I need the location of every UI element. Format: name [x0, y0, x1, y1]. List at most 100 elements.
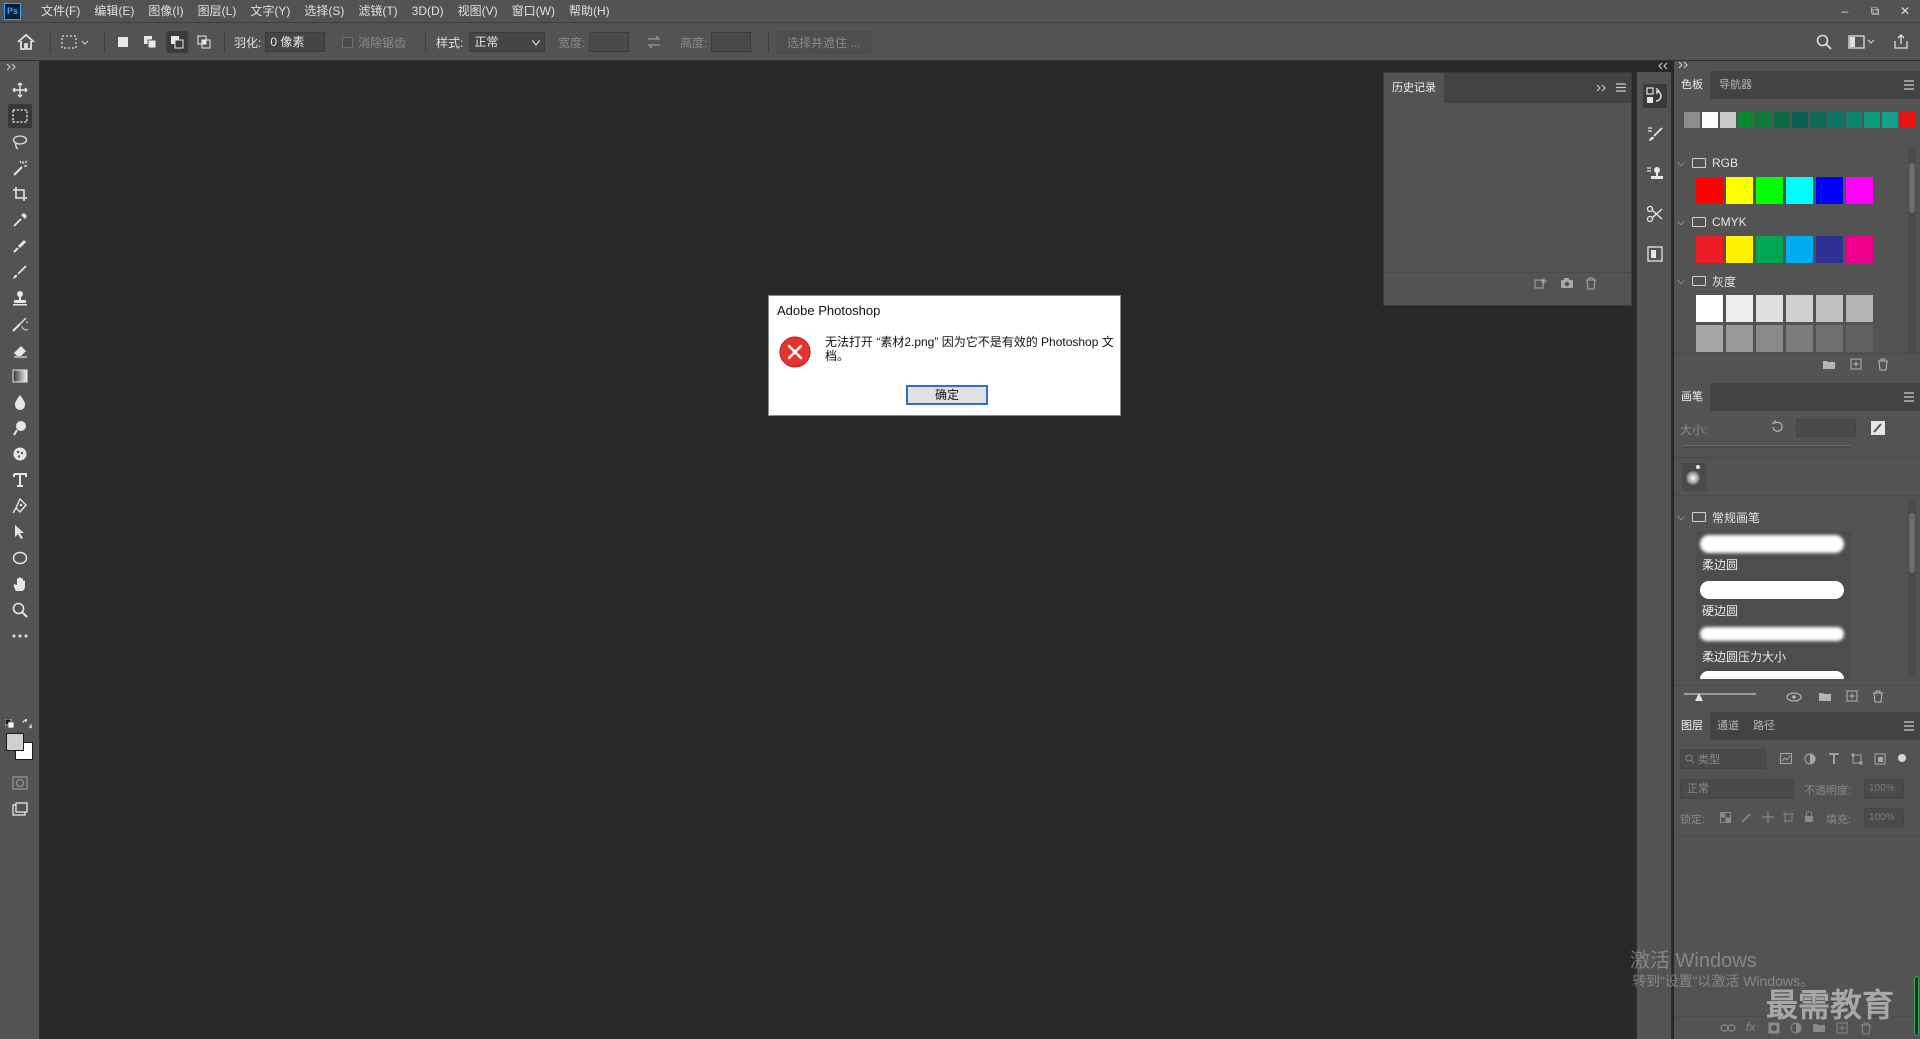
collapse-panel-icon[interactable]	[6, 63, 20, 71]
menu-layer[interactable]: 图层(L)	[191, 0, 244, 23]
screen-mode-button[interactable]	[8, 797, 32, 821]
select-and-mask-button[interactable]: 选择并遮住 ...	[776, 23, 872, 61]
new-selection-button[interactable]	[112, 31, 134, 53]
share-button[interactable]	[1893, 23, 1909, 61]
path-selection-tool[interactable]	[8, 520, 32, 544]
trash-icon[interactable]	[1877, 358, 1889, 371]
history-brush-tool[interactable]	[8, 312, 32, 336]
color-swatch[interactable]	[1792, 112, 1808, 128]
ellipse-tool[interactable]	[8, 546, 32, 570]
blend-mode-select[interactable]: 正常	[1680, 779, 1794, 799]
panel-menu-icon[interactable]	[1902, 390, 1916, 404]
add-selection-button[interactable]	[139, 31, 161, 53]
layer-filter-select[interactable]: 类型	[1680, 749, 1766, 769]
panel-menu-icon[interactable]	[1902, 719, 1916, 733]
lasso-tool[interactable]	[8, 130, 32, 154]
menu-view[interactable]: 视图(V)	[451, 0, 505, 23]
blur-tool[interactable]	[8, 390, 32, 414]
expand-panel-icon[interactable]	[1596, 84, 1608, 92]
trash-icon[interactable]	[1585, 277, 1597, 290]
close-window-button[interactable]: ✕	[1890, 0, 1920, 23]
swap-colors-icon[interactable]	[22, 719, 32, 729]
brush-size-slider[interactable]	[1682, 445, 1850, 448]
type-tool[interactable]	[8, 468, 32, 492]
menu-3d[interactable]: 3D(D)	[405, 0, 451, 23]
collapse-right-column-icon[interactable]	[1678, 61, 1690, 69]
brush-size-input[interactable]	[1796, 419, 1856, 437]
reset-rotation-icon[interactable]	[1770, 420, 1784, 434]
panel-menu-icon[interactable]	[1902, 78, 1916, 92]
color-swatch[interactable]	[1786, 295, 1813, 322]
tab-navigator[interactable]: 导航器	[1712, 71, 1759, 99]
style-select[interactable]: 正常	[469, 32, 546, 52]
eyedropper-tool[interactable]	[8, 208, 32, 232]
color-swatch[interactable]	[1726, 325, 1753, 352]
lock-artboard-icon[interactable]	[1783, 812, 1794, 823]
color-swatch[interactable]	[1720, 112, 1736, 128]
new-swatch-icon[interactable]	[1850, 358, 1862, 370]
brush-item[interactable]: 硬边圆	[1696, 577, 1851, 623]
fx-icon[interactable]: fx	[1746, 1020, 1755, 1034]
color-swatch[interactable]	[1684, 112, 1700, 128]
width-input[interactable]	[589, 32, 630, 52]
move-tool[interactable]	[8, 78, 32, 102]
dock-tool-presets-button[interactable]	[1643, 202, 1667, 226]
menu-type[interactable]: 文字(Y)	[243, 0, 297, 23]
pen-tool[interactable]	[8, 494, 32, 518]
color-swatch[interactable]	[1756, 325, 1783, 352]
menu-edit[interactable]: 编辑(E)	[87, 0, 141, 23]
opacity-input[interactable]: 100%	[1864, 779, 1904, 799]
color-swatch[interactable]	[1696, 325, 1723, 352]
foreground-color-swatch[interactable]	[6, 733, 24, 751]
ok-button[interactable]: 确定	[906, 385, 988, 405]
new-group-folder-icon[interactable]	[1818, 691, 1832, 702]
menu-select[interactable]: 选择(S)	[297, 0, 351, 23]
new-group-folder-icon[interactable]	[1822, 359, 1836, 370]
menu-filter[interactable]: 滤镜(T)	[351, 0, 404, 23]
scrollbar-thumb[interactable]	[1909, 513, 1915, 573]
filter-smart-object-icon[interactable]	[1874, 753, 1886, 765]
color-swatch[interactable]	[1846, 236, 1873, 263]
zoom-tool[interactable]	[8, 598, 32, 622]
color-swatch[interactable]	[1696, 236, 1723, 263]
filter-type-icon[interactable]	[1828, 753, 1840, 765]
toggle-brush-visibility-icon[interactable]	[1786, 691, 1804, 703]
color-swatch[interactable]	[1774, 112, 1790, 128]
swatches-scrollbar[interactable]	[1908, 149, 1916, 364]
color-swatch[interactable]	[1696, 177, 1723, 204]
crop-tool[interactable]	[8, 182, 32, 206]
default-colors-icon[interactable]	[5, 719, 15, 729]
color-swatch[interactable]	[1786, 177, 1813, 204]
new-brush-icon[interactable]	[1846, 690, 1858, 702]
feather-input[interactable]: 0 像素	[265, 32, 326, 52]
collapse-dock-icon[interactable]	[1657, 62, 1669, 70]
dock-properties-button[interactable]	[1643, 242, 1667, 266]
more-tools-button[interactable]	[8, 624, 32, 648]
history-list[interactable]	[1384, 103, 1631, 272]
filter-pixel-icon[interactable]	[1780, 753, 1792, 764]
brush-item[interactable]: 柔边圆压力大小	[1696, 623, 1851, 669]
sponge-tool[interactable]	[8, 442, 32, 466]
filter-shape-icon[interactable]	[1851, 753, 1863, 765]
color-swatch[interactable]	[1828, 112, 1844, 128]
tab-swatches[interactable]: 色板	[1674, 71, 1710, 99]
height-input[interactable]	[711, 32, 752, 52]
color-swatch[interactable]	[1786, 325, 1813, 352]
filter-toggle-switch[interactable]	[1898, 754, 1906, 762]
workspace-button[interactable]	[1848, 23, 1876, 61]
color-swatch[interactable]	[1846, 295, 1873, 322]
marquee-tool[interactable]	[8, 104, 32, 128]
menu-image[interactable]: 图像(I)	[141, 0, 190, 23]
color-swatch[interactable]	[1726, 236, 1753, 263]
color-swatch[interactable]	[1846, 112, 1862, 128]
slider-handle-icon[interactable]	[1694, 692, 1704, 702]
brush-item[interactable]: 柔边圆	[1696, 531, 1851, 577]
dock-brush-settings-button[interactable]	[1643, 122, 1667, 146]
color-swatch[interactable]	[1756, 177, 1783, 204]
menu-window[interactable]: 窗口(W)	[505, 0, 562, 23]
link-layers-icon[interactable]	[1720, 1023, 1736, 1033]
tab-paths[interactable]: 路径	[1746, 712, 1782, 740]
brushes-scrollbar[interactable]	[1908, 499, 1916, 677]
quick-mask-button[interactable]	[8, 771, 32, 795]
color-swatch[interactable]	[1864, 112, 1880, 128]
